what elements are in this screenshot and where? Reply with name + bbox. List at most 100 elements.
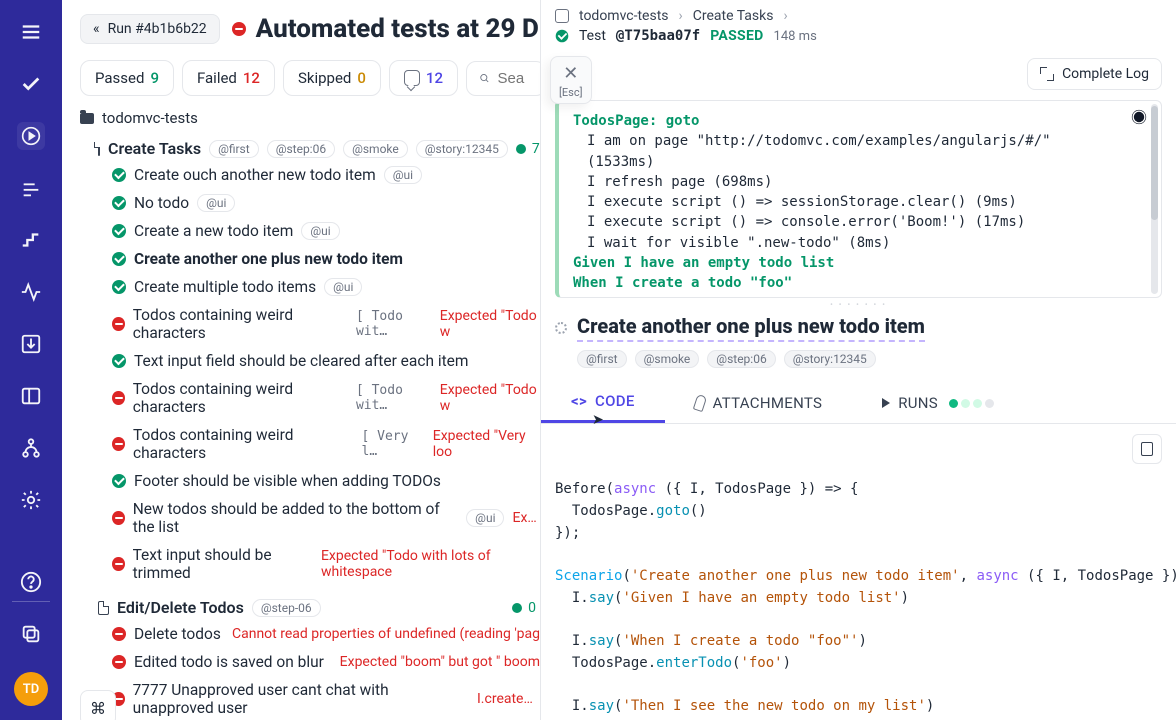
search-icon (479, 70, 490, 86)
test-row[interactable]: Text input field should be cleared after… (112, 347, 540, 375)
chevron-left-icon: « (93, 21, 100, 37)
fail-icon (112, 655, 126, 669)
search-input[interactable] (498, 70, 533, 87)
tag: @first (209, 140, 259, 158)
avatar[interactable]: TD (14, 672, 48, 706)
filter-failed[interactable]: Failed 12 (182, 60, 275, 96)
test-row[interactable]: Delete todosCannot read properties of un… (112, 620, 540, 648)
close-panel-overlay[interactable]: ✕ [Esc] (550, 56, 592, 104)
play-icon (882, 398, 890, 408)
log-line: When I create a todo "foo" (573, 273, 1121, 293)
fail-icon (112, 391, 125, 405)
pass-icon (112, 224, 126, 238)
test-row[interactable]: Todos containing weird characters[ Very … (112, 421, 540, 467)
help-icon[interactable] (17, 568, 45, 596)
test-row[interactable]: Create ouch another new todo item@ui (112, 161, 540, 189)
log-header: Log Complete Log (541, 54, 1176, 100)
tree-file-row[interactable]: Create Tasks @first @step:06 @smoke @sto… (98, 136, 540, 161)
detail-tabs: <>CODE ATTACHMENTS RUNS (541, 382, 1176, 424)
menu-icon[interactable] (17, 18, 45, 46)
left-panel: « Run #4b1b6b22 Automated tests at 29 D … (62, 0, 540, 720)
resize-handle[interactable]: • • • • • • • (541, 300, 1176, 308)
filter-skipped[interactable]: Skipped 0 (283, 60, 381, 96)
test-word: Test (579, 28, 606, 44)
sidebar-icon[interactable] (17, 382, 45, 410)
log-box[interactable]: TodosPage: goto I am on page "http://tod… (555, 100, 1162, 298)
file-icon (98, 142, 100, 156)
test-row[interactable]: Todos containing weird characters[ Todo … (112, 375, 540, 421)
pass-icon (112, 196, 126, 210)
import-icon[interactable] (17, 330, 45, 358)
breadcrumb-root-icon (555, 9, 569, 23)
detail-title-row: Create another one plus new todo item (541, 310, 1176, 346)
tag: @smoke (343, 140, 408, 158)
scrollbar[interactable] (1151, 104, 1158, 294)
log-line: I am on page "http://todomvc.com/example… (573, 131, 1121, 172)
spinner-icon (555, 322, 567, 334)
test-row[interactable]: No todo@ui (112, 189, 540, 217)
crumb-sep: › (679, 8, 683, 24)
gear-icon[interactable] (17, 486, 45, 514)
complete-log-button[interactable]: Complete Log (1027, 58, 1162, 90)
pass-icon (556, 30, 569, 43)
folder-name: todomvc-tests (102, 109, 198, 127)
tag: @step:06 (707, 350, 775, 368)
crumb[interactable]: todomvc-tests (579, 8, 669, 24)
test-row[interactable]: Create another one plus new todo item (112, 245, 540, 273)
breadcrumb: todomvc-tests › Create Tasks › (541, 0, 1176, 26)
detail-tags: @first @smoke @step:06 @story:12345 (541, 346, 1176, 368)
fail-icon (112, 627, 126, 641)
file-name: Edit/Delete Todos (117, 598, 244, 617)
test-row[interactable]: Todos containing weird characters[ Todo … (112, 301, 540, 347)
tag: @ui (301, 222, 339, 240)
page-title: Automated tests at 29 D (232, 14, 539, 44)
tag: @step-06 (252, 599, 321, 617)
tree-file-row[interactable]: Edit/Delete Todos @step-06 0 (98, 595, 540, 620)
copy-nav-icon[interactable] (17, 620, 45, 648)
steps-icon[interactable] (17, 226, 45, 254)
expand-icon (1040, 67, 1054, 81)
code-area[interactable]: Before(async ({ I, TodosPage }) => { Tod… (541, 424, 1176, 720)
stat-dot-icon (516, 144, 526, 154)
tag: @smoke (635, 350, 700, 368)
log-line: I refresh page (698ms) (573, 172, 1121, 192)
tree-folder-row[interactable]: todomvc-tests (80, 106, 540, 130)
tag: @story:12345 (784, 350, 876, 368)
fail-icon (112, 511, 125, 525)
copy-button[interactable] (1132, 434, 1162, 464)
test-row[interactable]: Edited todo is saved on blurExpected "bo… (112, 648, 540, 676)
comment-icon (404, 70, 420, 86)
run-back-button[interactable]: « Run #4b1b6b22 (80, 14, 220, 44)
test-row[interactable]: 7777 Unapproved user cant chat with unap… (112, 676, 540, 720)
play-circle-icon[interactable] (17, 122, 45, 150)
branch-icon[interactable] (17, 434, 45, 462)
tag: @ui (466, 509, 504, 527)
crumb[interactable]: Create Tasks (693, 8, 774, 24)
detail-title: Create another one plus new todo item (577, 314, 925, 342)
tab-runs[interactable]: RUNS (852, 382, 1024, 423)
stat-dot-icon (512, 603, 522, 613)
close-icon[interactable]: ✕ (563, 63, 578, 84)
test-row[interactable]: Footer should be visible when adding TOD… (112, 467, 540, 495)
command-palette-button[interactable]: ⌘ (80, 690, 116, 720)
nav-rail: TD (0, 0, 62, 720)
test-row[interactable]: Create multiple todo items@ui (112, 273, 540, 301)
test-hash: @T75baa07f (616, 28, 700, 44)
status-fail-icon (232, 22, 246, 36)
tab-attachments[interactable]: ATTACHMENTS (665, 382, 853, 423)
status-badge: PASSED (710, 28, 763, 44)
list-icon[interactable] (17, 174, 45, 202)
pass-icon (112, 280, 126, 294)
pulse-icon[interactable] (17, 278, 45, 306)
check-icon[interactable] (17, 70, 45, 98)
filter-comments[interactable]: 12 (389, 60, 458, 96)
filter-passed[interactable]: Passed 9 (80, 60, 174, 96)
test-row[interactable]: Create a new todo item@ui (112, 217, 540, 245)
search-input-wrapper[interactable] (466, 61, 540, 96)
theme-icon[interactable] (1134, 112, 1144, 122)
test-row[interactable]: New todos should be added to the bottom … (112, 495, 540, 541)
group-stat: 7 (516, 141, 540, 157)
tag: @first (577, 350, 627, 368)
test-row[interactable]: Text input should be trimmedExpected "To… (112, 541, 540, 587)
main: « Run #4b1b6b22 Automated tests at 29 D … (62, 0, 1176, 720)
